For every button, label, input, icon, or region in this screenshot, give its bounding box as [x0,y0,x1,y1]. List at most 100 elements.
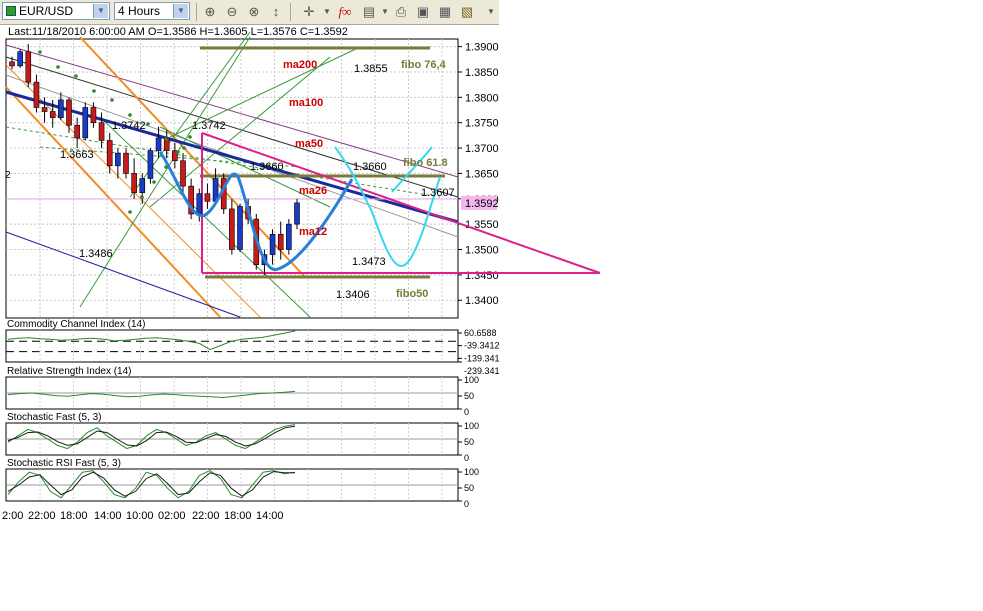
candle-body [66,99,72,126]
vertical-scale-icon[interactable]: ↕ [267,3,285,21]
toolbar-separator [290,3,291,21]
zoom-in-icon[interactable]: ⊕ [201,3,219,21]
candle-body [286,223,292,250]
candle-body [277,234,284,250]
y-tick-label: 1.3550 [465,219,499,231]
left-edge-label: 2 [5,170,11,181]
ma-dot [146,122,150,126]
annotation-fibo50: fibo50 [396,288,428,300]
time-axis-label: 14:00 [94,510,122,522]
candle-body [90,107,97,124]
candle-body [237,206,243,250]
annotation-ma12: ma12 [299,226,327,238]
time-axis-label: 22:00 [192,510,220,522]
candle-body [229,208,235,250]
properties-icon[interactable]: ▦ [436,3,454,21]
annotation-l13855: 1.3855 [354,63,388,75]
candle-body [49,111,56,118]
annotation-fibo764: fibo 76,4 [401,59,447,71]
chart-area[interactable]: 1.3900 1.3850 1.3800 1.3750 1.3700 1.3650 1.36… [0,31,601,518]
annotation-ma50: ma50 [295,138,323,150]
candle-body [9,61,15,67]
print-icon[interactable]: ⎙ [392,3,410,21]
time-axis-label: 22:00 [28,510,56,522]
toolbar-overflow-icon[interactable]: ▼ [482,3,500,21]
y-tick-label: 1.3900 [465,42,499,54]
y-tick-label: 1.3650 [465,168,499,180]
export-icon[interactable]: ▧ [458,3,476,21]
indicator-tick-label: 100 [464,421,479,431]
toolbar-separator [196,3,197,21]
chart-toolbar: EUR/USD ▼ 4 Hours ▼ ⊕ ⊖ ⊗ ↕ ✛ ▼ f∞ ▤ ▼ ⎙… [0,0,499,25]
indicator-tick-label: 100 [464,375,479,385]
indicator-title: Commodity Channel Index (14) [7,319,145,330]
function-icon[interactable]: f∞ [336,3,354,21]
candle-body [204,193,211,202]
candle-body [196,193,203,215]
y-tick-label: 1.3500 [465,245,499,257]
dropdown-icon[interactable]: ▼ [318,3,336,21]
candle-body [269,234,276,255]
annotation-l13406: 1.3406 [336,289,370,301]
annotation-l13742b: 1.3742 [192,120,226,132]
symbol-value: EUR/USD [19,4,74,18]
y-tick-label: 1.3850 [465,67,499,79]
candle-body [139,178,146,194]
candle-body [25,51,32,83]
annotation-l13660b: 1.3660 [353,161,387,173]
y-tick-label: 1.3800 [465,92,499,104]
symbol-icon [6,6,16,16]
timeframe-value: 4 Hours [118,4,161,18]
y-tick-label: 1.3700 [465,143,499,155]
candle-body [98,122,105,141]
candle-body [33,81,40,108]
time-axis-label: 18:00 [224,510,252,522]
ma-dot [164,137,168,141]
ma-dot [92,89,96,93]
ma-dot [128,113,132,117]
time-axis-label: 18:00 [60,510,88,522]
time-axis-label: 14:00 [256,510,284,522]
indicator-title: Stochastic Fast (5, 3) [7,412,101,423]
chevron-down-icon[interactable]: ▼ [173,4,188,18]
annotation-ma100: ma100 [289,97,323,109]
annotation-l13486: 1.3486 [79,248,113,260]
candle-body [17,51,23,67]
indicator-tick-label: -139.341 [464,353,500,363]
ma-dot [140,195,144,199]
crosshair-icon[interactable]: ✛ [300,3,318,21]
candle-body [74,124,80,139]
ma-dot [74,74,78,78]
chevron-down-icon[interactable]: ▼ [93,4,108,18]
candle-body [294,202,300,225]
zoom-out-icon[interactable]: ⊖ [223,3,241,21]
indicator-tick-label: 60.6588 [464,328,497,338]
current-price-label: 1.3592 [465,198,499,210]
indicator-tick-label: 100 [464,467,479,477]
time-axis-label: 2:00 [2,510,24,522]
candle-body [131,173,137,194]
indicator-title: Stochastic RSI Fast (5, 3) [7,458,121,469]
ma-dot [182,146,186,150]
candle-body [106,140,113,167]
candle-body [82,107,89,139]
timeframe-select[interactable]: 4 Hours ▼ [114,2,190,20]
indicator-tick-label: 0 [464,499,469,509]
symbol-select[interactable]: EUR/USD ▼ [2,2,110,20]
save-icon[interactable]: ▣ [414,3,432,21]
candle-body [180,160,186,187]
time-axis-label: 02:00 [158,510,186,522]
y-tick-label: 1.3750 [465,118,499,130]
annotation-l13663: 1.3663 [60,149,94,161]
ma-dot [128,210,132,214]
annotation-l13660a: 1.3660 [250,161,284,173]
indicator-tick-label: 50 [464,391,474,401]
annotation-l13473: 1.3473 [352,256,386,268]
ma-dot [38,50,42,54]
annotation-l13742a: 1.3742 [112,120,146,132]
zoom-fit-icon[interactable]: ⊗ [245,3,263,21]
indicator-tick-label: 0 [464,407,469,417]
indicator-title: Relative Strength Index (14) [7,366,132,377]
annotation-fibo618: fibo 61.8 [403,157,448,169]
indicator-tick-label: 50 [464,483,474,493]
